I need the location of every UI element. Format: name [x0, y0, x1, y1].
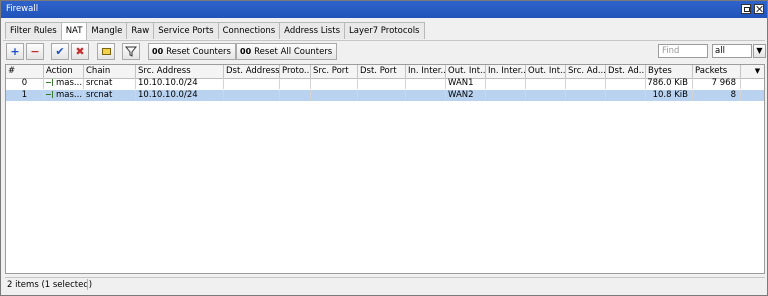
- row-chain: srcnat: [84, 78, 136, 89]
- tab-mangle[interactable]: Mangle: [86, 22, 128, 39]
- column-header-bytes[interactable]: Bytes: [646, 65, 693, 78]
- row-dst-port: [358, 78, 406, 89]
- filter-select-arrow-icon[interactable]: ▼: [753, 44, 766, 58]
- column-menu-arrow-icon[interactable]: ▼: [751, 65, 764, 78]
- row-src-address-list: [566, 78, 606, 89]
- row-in-interface-list: [486, 90, 526, 101]
- column-header-src-address[interactable]: Src. Address: [136, 65, 224, 78]
- close-window-icon[interactable]: [754, 4, 764, 14]
- check-icon: ✔: [55, 45, 65, 58]
- filter-button[interactable]: [122, 43, 140, 60]
- row-chain: srcnat: [84, 90, 136, 101]
- window-title: Firewall: [6, 4, 39, 14]
- column-header-in-interface[interactable]: In. Inter...: [406, 65, 446, 78]
- restore-window-icon[interactable]: [741, 4, 751, 14]
- row-dst-address-list: [606, 78, 646, 89]
- column-header-dst-address-list[interactable]: Dst. Ad...: [606, 65, 646, 78]
- column-header-out-interface-list[interactable]: Out. Int...: [526, 65, 566, 78]
- row-in-interface-list: [486, 78, 526, 89]
- column-header-src-port[interactable]: Src. Port: [311, 65, 358, 78]
- reset-counters-label: Reset Counters: [166, 47, 231, 57]
- tab-raw[interactable]: Raw: [126, 22, 155, 39]
- reset-counters-button[interactable]: 00 Reset Counters: [148, 43, 236, 60]
- row-protocol: [280, 78, 311, 89]
- plus-icon: +: [10, 45, 20, 58]
- reset-all-counters-button[interactable]: 00 Reset All Counters: [236, 43, 338, 60]
- note-icon: [102, 48, 111, 55]
- row-action: mas...: [44, 90, 84, 101]
- row-dst-address: [224, 90, 280, 101]
- status-text: 2 items (1 selected): [7, 280, 93, 290]
- column-header-src-address-list[interactable]: Src. Ad...: [566, 65, 606, 78]
- table-header: # Action Chain Src. Address Dst. Address…: [6, 65, 764, 79]
- row-src-address-list: [566, 90, 606, 101]
- row-index: 1: [6, 90, 44, 101]
- row-out-interface: WAN2: [446, 90, 486, 101]
- add-button[interactable]: +: [6, 43, 24, 60]
- row-in-interface: [406, 78, 446, 89]
- row-bytes: 786.0 KiB: [646, 78, 693, 89]
- enable-button[interactable]: ✔: [51, 43, 69, 60]
- firewall-window: Firewall Filter Rules NAT Mangle Raw Ser…: [0, 0, 768, 296]
- column-header-out-interface[interactable]: Out. Int...: [446, 65, 486, 78]
- column-header-in-interface-list[interactable]: In. Inter...: [486, 65, 526, 78]
- row-protocol: [280, 90, 311, 101]
- tab-bar: Filter Rules NAT Mangle Raw Service Port…: [5, 22, 425, 40]
- row-src-address: 10.10.10.0/24: [136, 78, 224, 89]
- row-src-address: 10.10.10.0/24: [136, 90, 224, 101]
- tab-layer7-protocols[interactable]: Layer7 Protocols: [344, 22, 425, 39]
- masquerade-icon: [46, 91, 54, 98]
- row-in-interface: [406, 90, 446, 101]
- tab-connections[interactable]: Connections: [217, 22, 281, 39]
- table-row[interactable]: 0 mas... srcnat 10.10.10.0/24 WAN1 786.0…: [6, 78, 764, 89]
- tab-nat[interactable]: NAT: [60, 22, 88, 40]
- disable-button[interactable]: ✖: [71, 43, 89, 60]
- column-header-action[interactable]: Action: [44, 65, 84, 78]
- masquerade-icon: [46, 79, 54, 86]
- tab-filter-rules[interactable]: Filter Rules: [5, 22, 62, 39]
- column-header-index[interactable]: #: [6, 65, 44, 78]
- funnel-icon: [124, 46, 138, 57]
- x-icon: ✖: [75, 45, 85, 58]
- row-out-interface-list: [526, 90, 566, 101]
- find-input[interactable]: Find: [658, 44, 708, 58]
- status-bar: 2 items (1 selected): [5, 277, 765, 292]
- row-dst-address-list: [606, 90, 646, 101]
- row-action: mas...: [44, 78, 84, 89]
- filter-select[interactable]: all: [712, 44, 752, 58]
- row-packets: 7 968: [693, 78, 741, 89]
- nat-rules-table: # Action Chain Src. Address Dst. Address…: [5, 64, 765, 274]
- row-bytes: 10.8 KiB: [646, 90, 693, 101]
- remove-button[interactable]: −: [26, 43, 44, 60]
- row-src-port: [311, 90, 358, 101]
- row-packets: 8: [693, 90, 741, 101]
- row-dst-address: [224, 78, 280, 89]
- row-out-interface-list: [526, 78, 566, 89]
- minus-icon: −: [30, 45, 40, 58]
- column-header-protocol[interactable]: Proto...: [280, 65, 311, 78]
- column-header-dst-address[interactable]: Dst. Address: [224, 65, 280, 78]
- row-out-interface: WAN1: [446, 78, 486, 89]
- counter-icon: 00: [240, 47, 252, 56]
- column-header-chain[interactable]: Chain: [84, 65, 136, 78]
- row-index: 0: [6, 78, 44, 89]
- tab-address-lists[interactable]: Address Lists: [279, 22, 345, 39]
- column-header-packets[interactable]: Packets: [693, 65, 741, 78]
- counter-icon: 00: [152, 47, 164, 56]
- title-bar[interactable]: Firewall: [1, 1, 767, 18]
- column-header-dst-port[interactable]: Dst. Port: [358, 65, 406, 78]
- status-divider: [87, 279, 88, 290]
- reset-all-counters-label: Reset All Counters: [254, 47, 333, 57]
- row-dst-port: [358, 90, 406, 101]
- toolbar: + − ✔ ✖ 00 Reset Counters 00 Reset All Cou…: [3, 40, 766, 63]
- tab-service-ports[interactable]: Service Ports: [153, 22, 219, 39]
- row-src-port: [311, 78, 358, 89]
- table-row[interactable]: 1 mas... srcnat 10.10.10.0/24 WAN2 10.8 …: [6, 90, 764, 101]
- comment-button[interactable]: [97, 43, 115, 60]
